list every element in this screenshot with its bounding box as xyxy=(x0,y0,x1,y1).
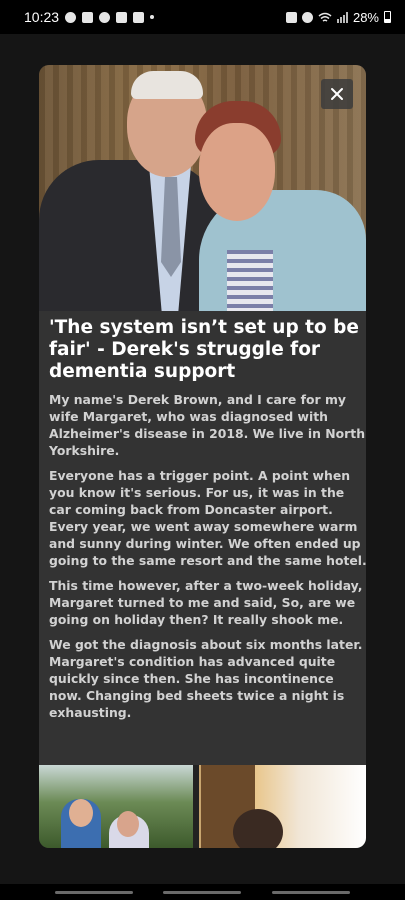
wifi-icon xyxy=(318,12,332,22)
photo-man-jacket xyxy=(39,160,224,311)
photo-man-hair xyxy=(131,71,203,99)
article-paragraph: We got the diagnosis about six months la… xyxy=(49,637,363,720)
photo-person-face xyxy=(117,811,139,837)
nfc-icon xyxy=(285,11,297,23)
dot-icon xyxy=(150,15,155,19)
photo-woman-face xyxy=(199,123,275,221)
hero-photo xyxy=(39,65,366,311)
alarm-icon xyxy=(301,11,313,23)
status-left: 10:23 xyxy=(24,9,155,25)
battery-icon xyxy=(384,11,391,23)
battery-percentage: 28% xyxy=(352,9,379,25)
status-time: 10:23 xyxy=(24,9,60,25)
article-paragraph: Everyone has a trigger point. A point wh… xyxy=(49,468,366,568)
article-body[interactable]: 'The system isn’t set up to be fair' - D… xyxy=(49,317,366,729)
instagram-icon xyxy=(82,11,94,23)
photo-person-face xyxy=(69,799,93,827)
mail-icon xyxy=(133,11,145,23)
close-button[interactable] xyxy=(321,79,353,109)
photo-person-head xyxy=(233,809,283,848)
story-modal[interactable]: 'The system isn’t set up to be fair' - D… xyxy=(39,65,366,848)
gallery-photo-garden[interactable] xyxy=(39,765,193,848)
article-title: 'The system isn’t set up to be fair' - D… xyxy=(49,317,359,382)
notification-icon xyxy=(99,11,111,23)
nav-home-handle[interactable] xyxy=(163,890,242,894)
article-paragraph: My name's Derek Brown, and I care for my… xyxy=(49,392,366,458)
signal-icon xyxy=(336,11,348,23)
gmail-icon xyxy=(116,11,128,23)
photo-gallery[interactable] xyxy=(39,765,366,848)
photo-woman-top xyxy=(227,250,273,311)
system-nav-bar xyxy=(0,884,405,900)
status-bar: 10:23 28% xyxy=(0,0,405,34)
close-icon xyxy=(331,88,343,100)
status-right: 28% xyxy=(285,9,391,25)
messenger-icon xyxy=(65,11,77,23)
nav-back-handle[interactable] xyxy=(55,890,134,894)
gallery-photo-indoor[interactable] xyxy=(199,765,366,848)
article-paragraph: This time however, after a two-week holi… xyxy=(49,578,363,627)
nav-recents-handle[interactable] xyxy=(271,890,350,894)
